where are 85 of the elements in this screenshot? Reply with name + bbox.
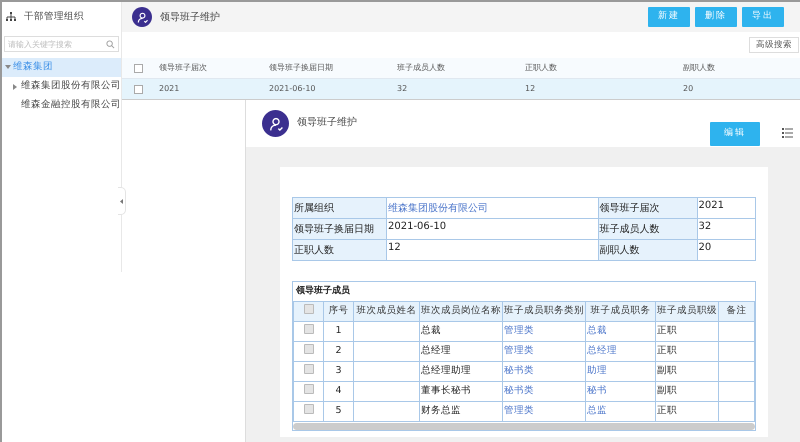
user-icon bbox=[262, 110, 289, 137]
column-header: 班子成员职务类别 bbox=[502, 302, 586, 322]
category-link[interactable]: 秘书类 bbox=[502, 382, 586, 402]
search-field[interactable]: 请输入关键字搜索 bbox=[4, 36, 119, 52]
column-header: 班子成员职务 bbox=[586, 302, 656, 322]
table-cell: 正职 bbox=[656, 402, 718, 422]
category-link[interactable]: 秘书类 bbox=[502, 362, 586, 382]
field-value: 32 bbox=[697, 218, 756, 240]
field-label: 所属组织 bbox=[292, 198, 386, 218]
table-row[interactable]: 2021 2021-06-10 32 12 20 bbox=[122, 79, 800, 100]
category-link[interactable]: 管理类 bbox=[502, 402, 586, 422]
toolbar-button[interactable]: 新建 bbox=[648, 7, 690, 27]
table-cell: 副职 bbox=[656, 362, 718, 382]
tree-item[interactable]: 维森集团股份有限公司 bbox=[2, 77, 121, 96]
table-cell: 3 bbox=[324, 362, 354, 382]
collapse-handle[interactable] bbox=[118, 187, 126, 215]
table-cell-text: 12 bbox=[525, 83, 536, 95]
list-icon[interactable] bbox=[782, 128, 793, 138]
table-cell: 总裁 bbox=[420, 322, 502, 342]
column-header: 领导班子换届日期 bbox=[269, 62, 334, 74]
field-value: 2021 bbox=[697, 198, 756, 218]
checkbox[interactable] bbox=[304, 384, 314, 394]
checkbox[interactable] bbox=[304, 304, 314, 314]
caret-icon[interactable] bbox=[4, 65, 10, 70]
table-cell: 正职 bbox=[656, 322, 718, 342]
column-header: 班子成员职级 bbox=[656, 302, 718, 322]
edit-button[interactable]: 编辑 bbox=[710, 122, 760, 146]
search-icon[interactable] bbox=[106, 40, 115, 49]
column-header: 班次成员岗位名称 bbox=[420, 302, 502, 322]
table-cell: 5 bbox=[324, 402, 354, 422]
table-cell-text: 2021 bbox=[159, 83, 180, 95]
table-cell: 2 bbox=[324, 342, 354, 362]
duty-link[interactable]: 秘书 bbox=[586, 382, 656, 402]
table-cell: 正职 bbox=[656, 342, 718, 362]
field-value: 12 bbox=[386, 240, 598, 260]
checkbox[interactable] bbox=[134, 64, 143, 72]
field-value: 2021-06-10 bbox=[386, 218, 598, 240]
scrollbar[interactable] bbox=[293, 423, 755, 430]
table-cell: 1 bbox=[324, 322, 354, 342]
table-cell-text: 32 bbox=[397, 83, 408, 95]
section-title: 领导班子成员 bbox=[294, 284, 351, 298]
field-label: 领导班子换届日期 bbox=[292, 218, 386, 240]
toolbar-button[interactable]: 删除 bbox=[695, 7, 737, 27]
org-chart-icon bbox=[6, 12, 16, 22]
field-label: 领导班子届次 bbox=[598, 198, 698, 218]
org-link[interactable]: 维森集团股份有限公司 bbox=[386, 198, 598, 218]
column-header: 班子成员人数 bbox=[397, 62, 446, 74]
field-label: 班子成员人数 bbox=[598, 218, 698, 240]
tree-item[interactable]: 维森金融控股有限公司 bbox=[2, 96, 121, 115]
table-cell: 财务总监 bbox=[420, 402, 502, 422]
checkbox[interactable] bbox=[304, 364, 314, 374]
column-header: 领导班子届次 bbox=[159, 62, 208, 74]
table-cell-text: 20 bbox=[683, 83, 694, 95]
duty-link[interactable]: 助理 bbox=[586, 362, 656, 382]
advanced-search-button[interactable]: 高级搜索 bbox=[749, 36, 799, 54]
table-cell: 总经理 bbox=[420, 342, 502, 362]
checkbox[interactable] bbox=[304, 344, 314, 354]
user-icon bbox=[132, 7, 152, 27]
column-header: 班次成员姓名 bbox=[354, 302, 420, 322]
toolbar-button[interactable]: 导出 bbox=[742, 7, 784, 27]
column-header: 正职人数 bbox=[525, 62, 558, 74]
checkbox[interactable] bbox=[134, 84, 143, 94]
category-link[interactable]: 管理类 bbox=[502, 322, 586, 342]
duty-link[interactable]: 总裁 bbox=[586, 322, 656, 342]
column-header: 序号 bbox=[324, 302, 354, 322]
duty-link[interactable]: 总监 bbox=[586, 402, 656, 422]
field-label: 副职人数 bbox=[598, 240, 698, 260]
column-header: 备注 bbox=[718, 302, 754, 322]
checkbox[interactable] bbox=[304, 404, 314, 414]
table-cell: 总经理助理 bbox=[420, 362, 502, 382]
table-cell: 董事长秘书 bbox=[420, 382, 502, 402]
field-value: 20 bbox=[697, 240, 756, 260]
table-cell: 副职 bbox=[656, 382, 718, 402]
duty-link[interactable]: 总经理 bbox=[586, 342, 656, 362]
checkbox[interactable] bbox=[304, 324, 314, 334]
page-title: 领导班子维护 bbox=[160, 10, 220, 24]
caret-icon[interactable] bbox=[13, 84, 18, 90]
category-link[interactable]: 管理类 bbox=[502, 342, 586, 362]
panel-title: 领导班子维护 bbox=[297, 116, 357, 130]
table-cell: 4 bbox=[324, 382, 354, 402]
sidebar-title: 干部管理组织 bbox=[24, 10, 84, 24]
table-cell-text: 2021-06-10 bbox=[269, 83, 316, 95]
column-header: 副职人数 bbox=[683, 62, 716, 74]
field-label: 正职人数 bbox=[292, 240, 386, 260]
tree-item[interactable]: 维森集团 bbox=[2, 58, 121, 77]
